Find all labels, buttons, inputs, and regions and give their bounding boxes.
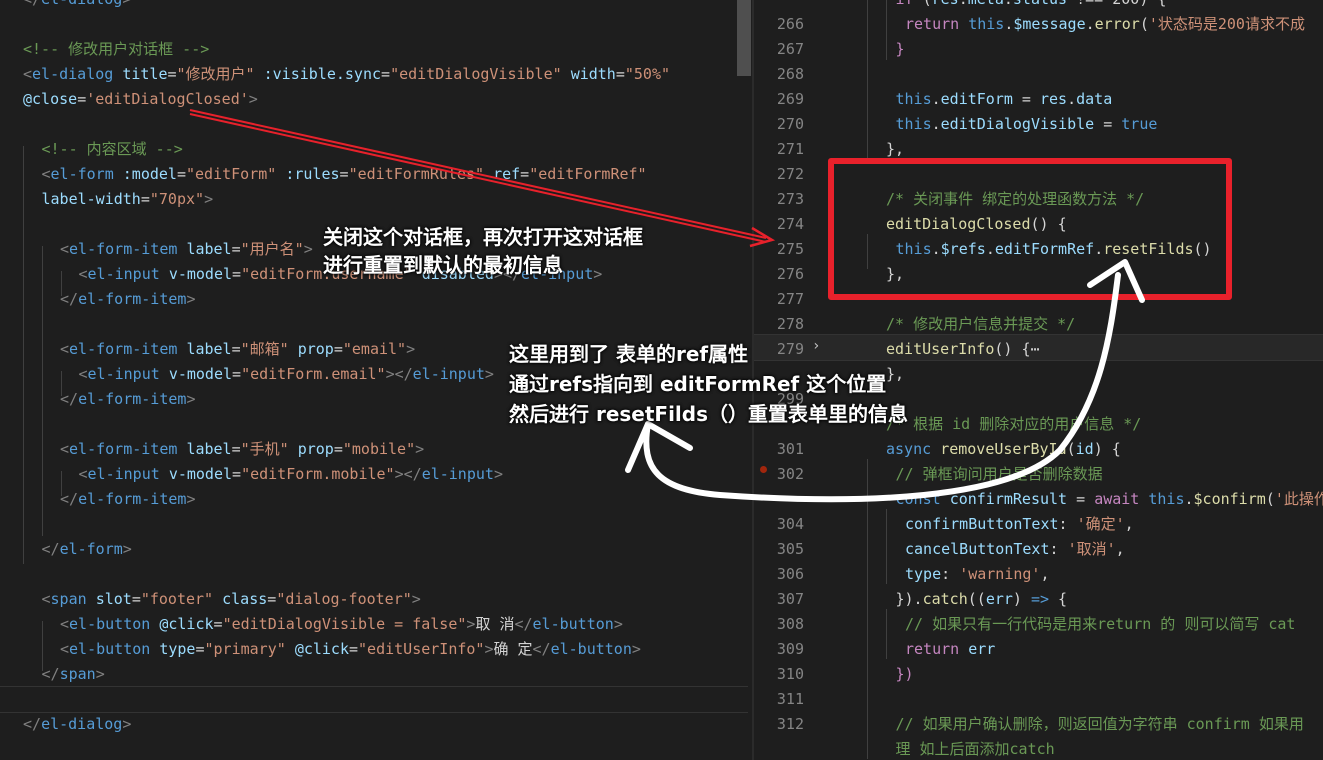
- annotation-ref-line2: 通过refs指向到 editFormRef 这个位置: [509, 372, 887, 396]
- annotation-ref-line3: 然后进行 resetFilds（）重置表单里的信息: [509, 402, 909, 426]
- annotation-ref-line1: 这里用到了 表单的ref属性: [509, 342, 749, 366]
- annotation-close-line2: 进行重置到默认的最初信息: [323, 253, 563, 277]
- annotation-close-line1: 关闭这个对话框，再次打开这对话框: [323, 225, 643, 249]
